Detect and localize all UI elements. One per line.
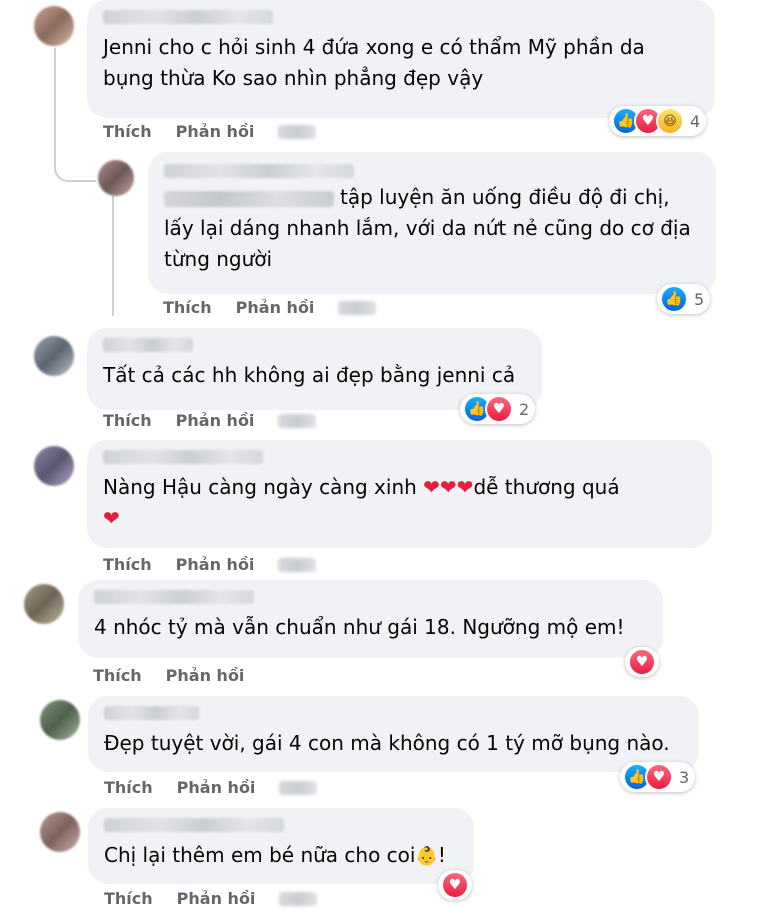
timestamp[interactable] <box>279 780 318 795</box>
comment-text: Nàng Hậu càng ngày càng xinh ❤❤❤dễ thươn… <box>103 475 620 530</box>
comment-text: Đẹp tuyệt vời, gái 4 con mà không có 1 t… <box>104 731 670 755</box>
love-icon: ♥ <box>645 763 673 791</box>
love-icon: ♥ <box>485 395 513 423</box>
like-button[interactable]: Thích <box>103 555 152 574</box>
commenter-name[interactable] <box>104 706 199 720</box>
reply-button[interactable]: Phản hồi <box>236 298 315 317</box>
avatar[interactable] <box>98 160 134 196</box>
baby-emoji: 👶 <box>415 846 438 867</box>
comment-actions: Thích Phản hồi <box>103 122 317 141</box>
love-icon: ♥ <box>441 871 469 899</box>
like-button[interactable]: Thích <box>93 666 142 685</box>
comment-bubble: Đẹp tuyệt vời, gái 4 con mà không có 1 t… <box>88 696 699 772</box>
reply-button[interactable]: Phản hồi <box>166 666 245 685</box>
timestamp[interactable] <box>278 413 317 428</box>
avatar[interactable] <box>34 336 74 376</box>
comment-actions: Thích Phản hồi <box>104 778 318 797</box>
haha-icon: 😆 <box>656 107 684 135</box>
avatar[interactable] <box>40 812 80 852</box>
like-button[interactable]: Thích <box>104 889 153 908</box>
reply-text: tập luyện ăn uống điều độ đi chị, lấy lạ… <box>164 185 691 271</box>
reply-button[interactable]: Phản hồi <box>176 555 255 574</box>
thread-connector <box>54 140 96 182</box>
comment-bubble: Jenni cho c hỏi sinh 4 đứa xong e có thẩ… <box>87 0 715 118</box>
commenter-name[interactable] <box>103 10 273 24</box>
comment-bubble: Nàng Hậu càng ngày càng xinh ❤❤❤dễ thươn… <box>87 440 712 548</box>
comment-bubble: Chị lại thêm em bé nữa cho coi👶! <box>88 808 474 884</box>
avatar[interactable] <box>24 584 64 624</box>
commenter-name[interactable] <box>94 590 254 604</box>
reaction-count: 3 <box>679 767 690 787</box>
like-button[interactable]: Thích <box>103 411 152 430</box>
comment-actions: Thích Phản hồi <box>163 298 377 317</box>
reply-bubble: tập luyện ăn uống điều độ đi chị, lấy lạ… <box>148 152 716 294</box>
love-icon: ♥ <box>628 648 656 676</box>
timestamp[interactable] <box>338 300 377 315</box>
commenter-name[interactable] <box>103 338 193 352</box>
reply-button[interactable]: Phản hồi <box>177 889 256 908</box>
comment-actions: Thích Phản hồi <box>103 555 317 574</box>
thread-line <box>112 196 114 316</box>
reaction-summary[interactable]: 👍 ♥ 3 <box>620 762 696 792</box>
commenter-name[interactable] <box>164 164 354 178</box>
timestamp[interactable] <box>278 557 317 572</box>
avatar[interactable] <box>34 6 74 46</box>
mentioned-name[interactable] <box>164 190 334 207</box>
like-button[interactable]: Thích <box>103 122 152 141</box>
avatar[interactable] <box>40 700 80 740</box>
comment-bubble: 4 nhóc tỷ mà vẫn chuẩn như gái 18. Ngưỡn… <box>78 580 663 658</box>
reply-button[interactable]: Phản hồi <box>177 778 256 797</box>
like-button[interactable]: Thích <box>104 778 153 797</box>
reaction-summary[interactable]: ♥ <box>625 647 659 677</box>
reaction-summary[interactable]: ♥ <box>438 870 472 900</box>
reaction-count: 4 <box>690 111 701 131</box>
reaction-count: 2 <box>519 399 530 419</box>
comment-actions: Thích Phản hồi <box>104 889 318 908</box>
comment-text: Chị lại thêm em bé nữa cho coi👶! <box>104 843 446 867</box>
timestamp[interactable] <box>278 124 317 139</box>
reply-button[interactable]: Phản hồi <box>176 411 255 430</box>
comment-text: Jenni cho c hỏi sinh 4 đứa xong e có thẩ… <box>103 35 645 90</box>
reaction-count: 5 <box>694 289 705 309</box>
heart-emoji: ❤❤❤ <box>423 475 474 499</box>
comment-text: 4 nhóc tỷ mà vẫn chuẩn như gái 18. Ngưỡn… <box>94 615 625 639</box>
reaction-summary[interactable]: 👍 5 <box>657 284 711 314</box>
avatar[interactable] <box>34 446 74 486</box>
comment-text: Tất cả các hh không ai đẹp bằng jenni cả <box>103 363 516 387</box>
heart-emoji: ❤ <box>103 506 120 530</box>
like-button[interactable]: Thích <box>163 298 212 317</box>
reaction-summary[interactable]: 👍 ♥ 😆 4 <box>609 106 707 136</box>
reply-button[interactable]: Phản hồi <box>176 122 255 141</box>
reaction-summary[interactable]: 👍 ♥ 2 <box>460 394 536 424</box>
comment-actions: Thích Phản hồi <box>93 666 244 685</box>
commenter-name[interactable] <box>103 450 263 464</box>
comment-actions: Thích Phản hồi <box>103 411 317 430</box>
commenter-name[interactable] <box>104 818 284 832</box>
like-icon: 👍 <box>660 285 688 313</box>
timestamp[interactable] <box>279 891 318 906</box>
